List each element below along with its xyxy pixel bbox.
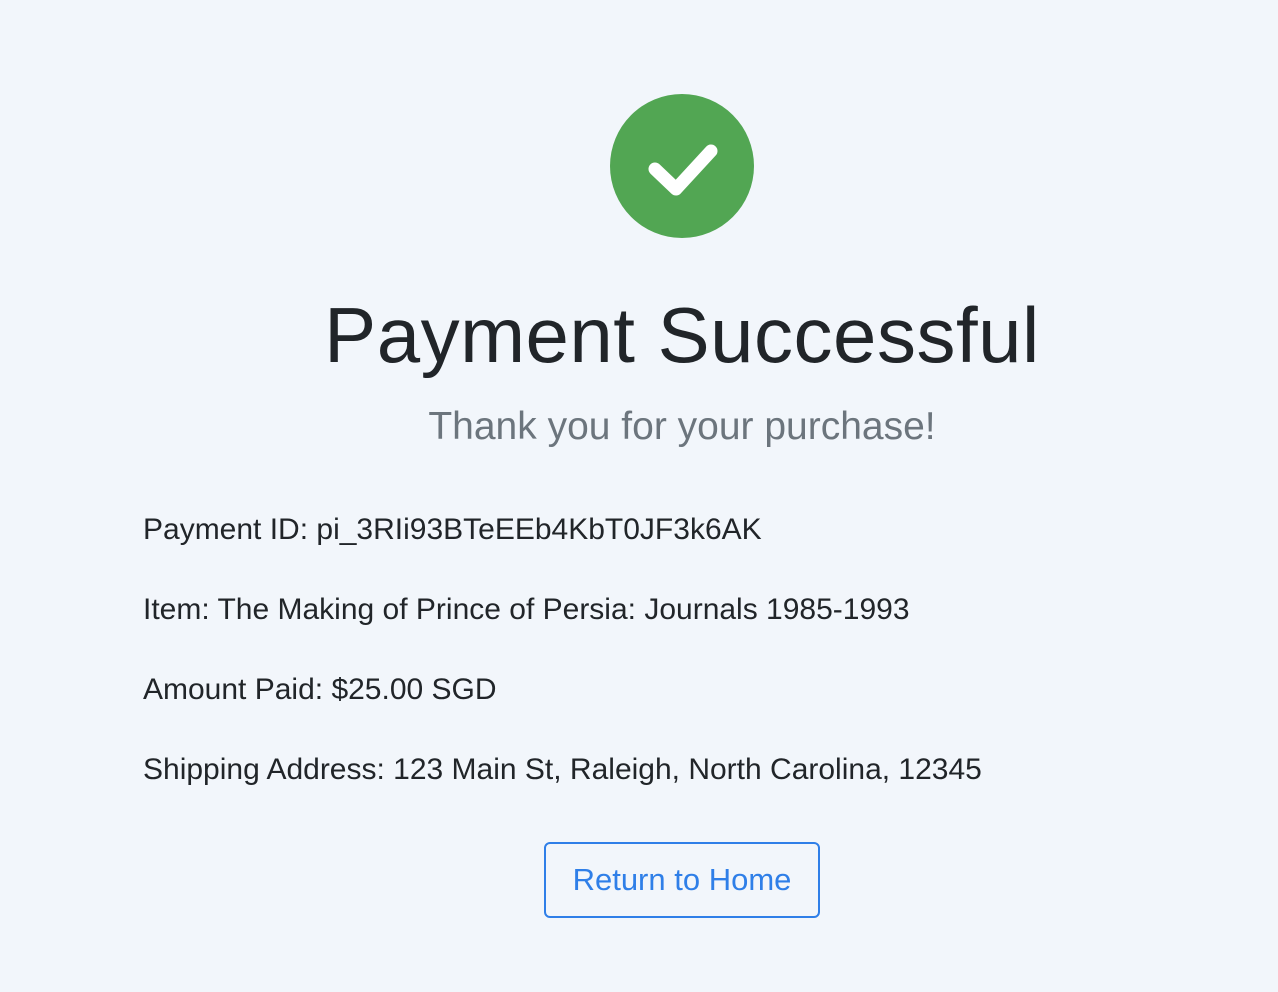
payment-id-text: Payment ID: pi_3RIi93BTeEEb4KbT0JF3k6AK xyxy=(143,513,762,546)
shipping-address-text: Shipping Address: 123 Main St, Raleigh, … xyxy=(143,753,982,786)
checkmark-icon xyxy=(648,144,718,196)
item-text: Item: The Making of Prince of Persia: Jo… xyxy=(143,593,910,626)
payment-details: Payment ID: pi_3RIi93BTeEEb4KbT0JF3k6AK … xyxy=(143,511,1143,831)
return-to-home-button[interactable]: Return to Home xyxy=(544,842,820,918)
amount-paid-text: Amount Paid: $25.00 SGD xyxy=(143,673,497,706)
check-circle-icon xyxy=(610,94,754,238)
payment-success-page: Payment Successful Thank you for your pu… xyxy=(0,0,1278,992)
page-title: Payment Successful xyxy=(324,291,1040,379)
page-subtitle: Thank you for your purchase! xyxy=(428,405,936,448)
